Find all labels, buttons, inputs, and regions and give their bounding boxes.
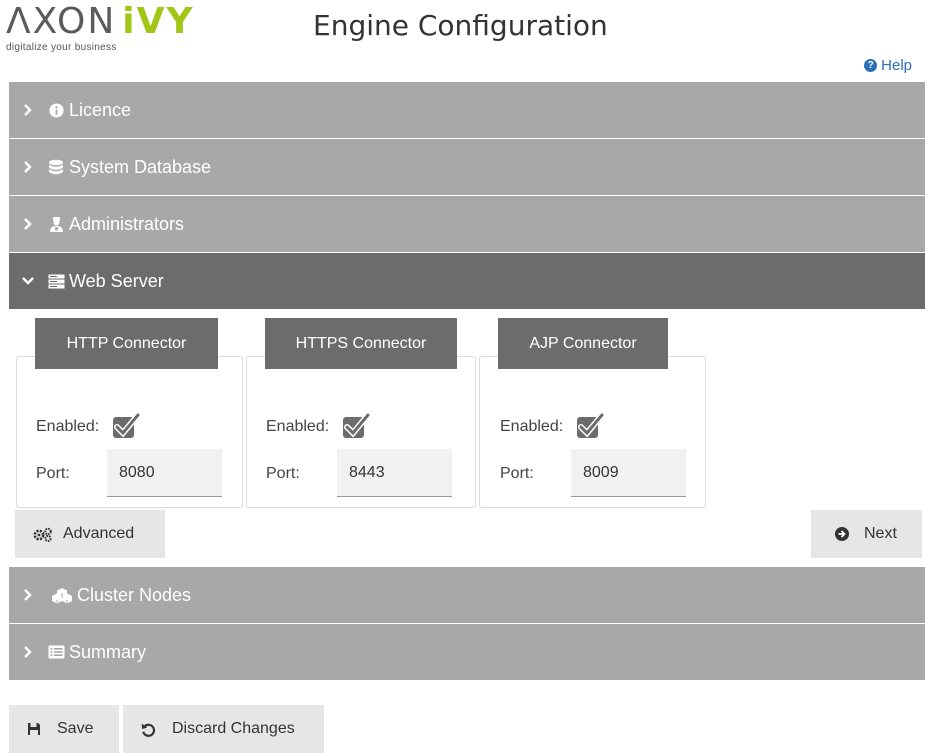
http-port-input[interactable] xyxy=(107,449,222,497)
section-licence[interactable]: Licence xyxy=(9,82,925,138)
https-enabled-label: Enabled: xyxy=(266,418,330,435)
tab-http-connector[interactable]: HTTP Connector xyxy=(35,318,218,369)
server-icon xyxy=(47,272,65,290)
section-web-server-label: Web Server xyxy=(69,270,164,291)
section-summary[interactable]: Summary xyxy=(9,624,925,680)
section-system-database[interactable]: System Database xyxy=(9,139,925,195)
admin-user-icon xyxy=(47,215,65,233)
arrow-circle-right-icon xyxy=(835,527,849,541)
advanced-button[interactable]: Advanced xyxy=(15,510,165,558)
brand-name: ΛXON iVY xyxy=(6,2,195,42)
chevron-right-icon xyxy=(9,104,47,116)
info-circle-icon xyxy=(47,101,65,119)
chevron-right-icon xyxy=(9,646,47,658)
section-administrators-label: Administrators xyxy=(69,213,185,234)
chevron-right-icon xyxy=(9,218,47,230)
database-icon xyxy=(47,158,65,176)
section-summary-label: Summary xyxy=(69,641,147,662)
chevron-right-icon xyxy=(9,161,47,173)
brand-logo: ΛXON iVY digitalize your business xyxy=(6,2,195,54)
chevron-down-icon xyxy=(9,276,47,286)
brand-tagline: digitalize your business xyxy=(6,42,117,53)
ajp-enabled-label: Enabled: xyxy=(500,418,564,435)
advanced-label: Advanced xyxy=(63,525,135,542)
undo-icon xyxy=(141,722,156,737)
http-enabled-checkbox[interactable] xyxy=(111,412,141,438)
ajp-port-input[interactable] xyxy=(571,449,686,497)
question-circle-icon: ? xyxy=(864,59,878,72)
next-button[interactable]: Next xyxy=(811,510,922,558)
floppy-disk-icon xyxy=(27,722,41,736)
https-port-label: Port: xyxy=(266,465,300,482)
ajp-enabled-checkbox[interactable] xyxy=(575,412,605,438)
gears-icon xyxy=(33,527,53,542)
brand-name-part2: iVY xyxy=(122,1,195,42)
chevron-right-icon xyxy=(9,589,47,601)
tab-https-connector[interactable]: HTTPS Connector xyxy=(265,318,457,369)
https-enabled-checkbox[interactable] xyxy=(341,412,371,438)
brand-name-part1: ΛXON xyxy=(6,1,117,42)
section-cluster-nodes[interactable]: Cluster Nodes xyxy=(9,567,925,623)
ajp-port-label: Port: xyxy=(500,465,534,482)
save-label: Save xyxy=(57,720,94,737)
section-licence-label: Licence xyxy=(69,99,132,120)
page-title: Engine Configuration xyxy=(313,9,608,42)
next-label: Next xyxy=(864,525,897,542)
section-administrators[interactable]: Administrators xyxy=(9,196,925,252)
tab-ajp-connector[interactable]: AJP Connector xyxy=(498,318,668,369)
https-port-input[interactable] xyxy=(337,449,452,497)
section-system-database-label: System Database xyxy=(69,156,212,177)
help-label: Help xyxy=(881,57,912,74)
discard-label: Discard Changes xyxy=(172,720,295,737)
http-enabled-label: Enabled: xyxy=(36,418,100,435)
section-web-server[interactable]: Web Server xyxy=(9,253,925,309)
discard-changes-button[interactable]: Discard Changes xyxy=(123,705,324,753)
list-alt-icon xyxy=(47,643,65,661)
help-link[interactable]: ? Help xyxy=(864,57,912,74)
section-cluster-nodes-label: Cluster Nodes xyxy=(77,584,192,605)
http-port-label: Port: xyxy=(36,465,70,482)
save-button[interactable]: Save xyxy=(9,705,119,753)
cluster-cubes-icon xyxy=(51,586,73,604)
